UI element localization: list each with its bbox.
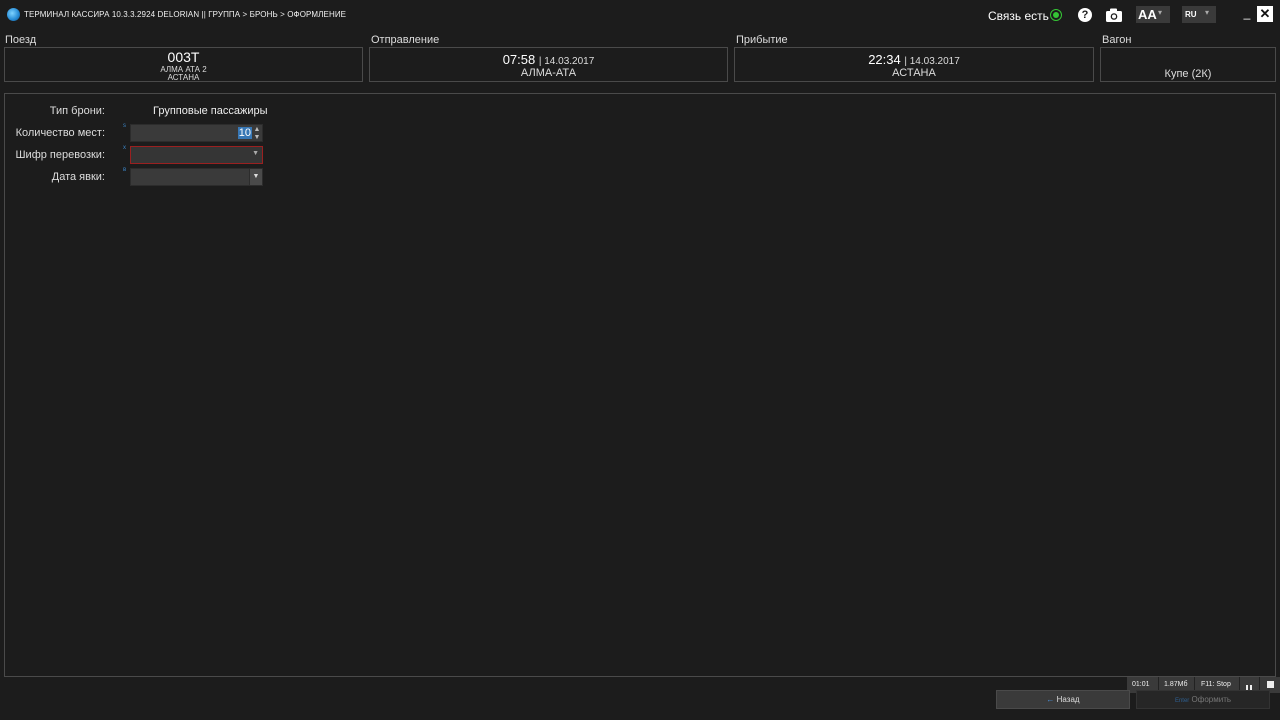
train-number: 003Т xyxy=(167,49,200,65)
session-timer: 01:01 xyxy=(1132,681,1150,688)
chevron-down-icon: ▾ xyxy=(1158,8,1163,17)
font-size-label: AA xyxy=(1138,7,1157,22)
spin-down-icon[interactable]: ▼ xyxy=(252,134,262,142)
arrival-station: АСТАНА xyxy=(892,67,936,79)
appearance-date-hotkey-hint: в xyxy=(123,167,127,173)
booking-type-label: Тип брони: xyxy=(49,105,105,117)
booking-type-value: Групповые пассажиры xyxy=(153,105,268,117)
appearance-date-picker[interactable]: ▼ xyxy=(130,168,263,186)
appearance-date-label: Дата явки: xyxy=(51,171,105,183)
memory-usage: 1.87Мб xyxy=(1164,681,1188,688)
arrival-label: Прибытие xyxy=(736,34,788,46)
submit-button-label: Оформить xyxy=(1191,695,1232,704)
arrival-panel: 22:34 | 14.03.2017 АСТАНА xyxy=(734,47,1094,82)
departure-datetime: 07:58 | 14.03.2017 xyxy=(370,52,727,67)
seats-hotkey-hint: s xyxy=(123,123,126,129)
wagon-panel: Купе (2К) xyxy=(1100,47,1276,82)
app-logo-icon xyxy=(7,8,20,21)
pause-icon[interactable] xyxy=(1246,681,1252,692)
train-route-to: АСТАНА xyxy=(167,73,200,82)
spin-up-icon[interactable]: ▲ xyxy=(252,126,262,134)
app-title: ТЕРМИНАЛ КАССИРА 10.3.3.2924 DELORIAN ||… xyxy=(24,10,347,19)
connection-status-text: Связь есть xyxy=(988,9,1049,23)
seats-count-value[interactable]: 10 xyxy=(237,127,252,139)
seats-count-label: Количество мест: xyxy=(15,127,105,139)
departure-time: 07:58 xyxy=(502,52,536,67)
departure-label: Отправление xyxy=(371,34,440,46)
train-panel: 003Т АЛМА АТА 2 АСТАНА xyxy=(4,47,363,82)
wagon-label: Вагон xyxy=(1102,34,1132,46)
departure-date: 14.03.2017 xyxy=(544,56,595,67)
back-button[interactable]: ← Назад xyxy=(996,690,1130,709)
arrival-datetime: 22:34 | 14.03.2017 xyxy=(735,52,1093,67)
transport-code-select[interactable]: ▼ xyxy=(130,146,263,164)
train-label: Поезд xyxy=(5,34,37,46)
language-label: RU xyxy=(1185,10,1197,19)
stop-icon[interactable] xyxy=(1267,681,1274,688)
transport-code-label: Шифр перевозки: xyxy=(15,149,105,161)
departure-panel: 07:58 | 14.03.2017 АЛМА-АТА xyxy=(369,47,728,82)
submit-button[interactable]: Enter Оформить xyxy=(1136,690,1270,709)
help-icon[interactable]: ? xyxy=(1078,8,1092,22)
back-button-label: Назад xyxy=(1056,695,1080,704)
chevron-down-icon: ▾ xyxy=(1205,8,1210,17)
f11-stop-hint[interactable]: F11: Stop xyxy=(1201,681,1231,688)
calendar-dropdown-button[interactable]: ▼ xyxy=(249,169,262,185)
arrival-date: 14.03.2017 xyxy=(909,56,960,67)
chevron-down-icon: ▼ xyxy=(252,150,259,157)
minimize-button[interactable]: _ xyxy=(1239,6,1255,22)
departure-station: АЛМА-АТА xyxy=(520,67,577,79)
camera-icon[interactable] xyxy=(1106,8,1122,22)
submit-hotkey-hint: Enter xyxy=(1174,698,1190,704)
arrow-left-icon: ← xyxy=(1046,695,1055,704)
wagon-type: Купе (2К) xyxy=(1164,68,1212,80)
arrival-time: 22:34 xyxy=(868,52,901,67)
connection-status-icon xyxy=(1050,9,1062,21)
seats-count-stepper[interactable]: 10 ▲ ▼ xyxy=(130,124,263,142)
transport-code-hotkey-hint: x xyxy=(123,145,126,151)
close-button[interactable]: ✕ xyxy=(1257,6,1273,22)
